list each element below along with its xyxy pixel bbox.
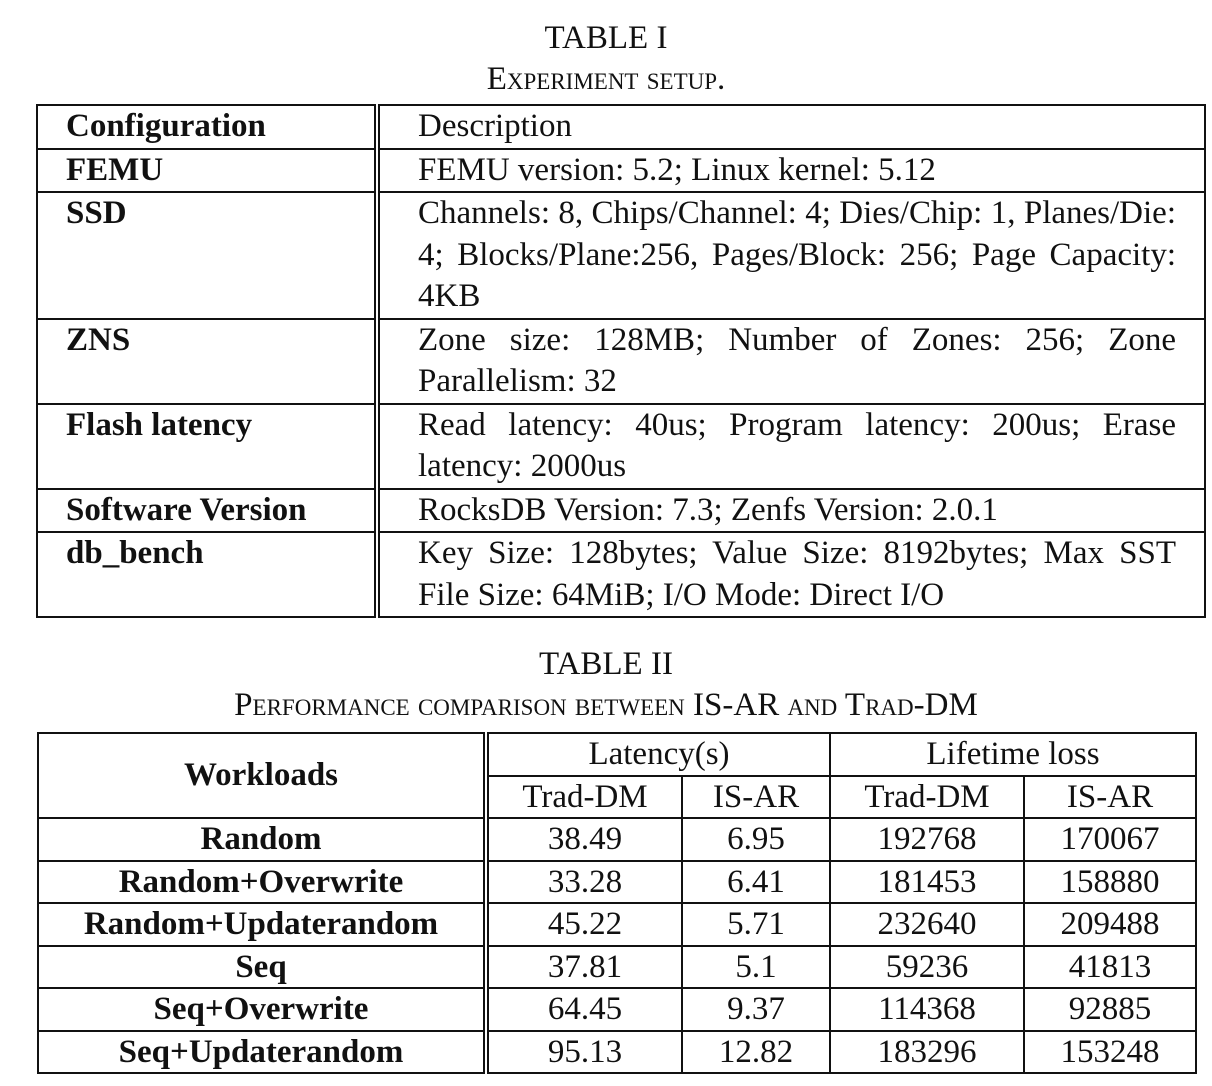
table-row: SSD Channels: 8, Chips/Channel: 4; Dies/… <box>36 191 1206 320</box>
lifetime-trad-dm-cell: 232640 <box>829 902 1025 947</box>
table-row: Seq 37.81 5.1 59236 41813 <box>37 944 1197 989</box>
latency-is-ar-cell: 9.37 <box>681 987 831 1032</box>
config-cell: Software Version <box>36 487 380 533</box>
table-row: Random+Updaterandom 45.22 5.71 232640 20… <box>37 902 1197 947</box>
latency-trad-dm-cell: 33.28 <box>485 859 683 904</box>
lifetime-is-ar-cell: 170067 <box>1023 817 1197 862</box>
table-row: Random+Overwrite 33.28 6.41 181453 15888… <box>37 859 1197 904</box>
table-row: db_bench Key Size: 128bytes; Value Size:… <box>36 531 1206 618</box>
latency-is-ar-cell: 6.41 <box>681 859 831 904</box>
workload-cell: Seq+Updaterandom <box>37 1029 489 1074</box>
config-cell: SSD <box>36 191 380 320</box>
description-cell: Zone size: 128MB; Number of Zones: 256; … <box>376 317 1206 405</box>
latency-trad-dm-cell: 64.45 <box>485 987 683 1032</box>
lifetime-is-ar-cell: 209488 <box>1023 902 1197 947</box>
table-row: Seq+Updaterandom 95.13 12.82 183296 1532… <box>37 1029 1197 1074</box>
latency-is-ar-cell: 5.1 <box>681 944 831 989</box>
lifetime-is-ar-cell: 158880 <box>1023 859 1197 904</box>
config-cell: db_bench <box>36 531 380 618</box>
table-header-row: Workloads Latency(s) Lifetime loss <box>37 732 1197 819</box>
column-header-latency-trad-dm: Trad-DM <box>485 774 683 819</box>
column-header-description: Description <box>376 104 1206 150</box>
workload-cell: Seq <box>37 944 489 989</box>
workload-cell: Random+Updaterandom <box>37 902 489 947</box>
experiment-setup-table: Configuration Description FEMU FEMU vers… <box>36 104 1206 618</box>
column-header-configuration: Configuration <box>36 104 380 150</box>
lifetime-is-ar-cell: 153248 <box>1023 1029 1197 1074</box>
workload-cell: Random <box>37 817 489 862</box>
table-row: Flash latency Read latency: 40us; Progra… <box>36 402 1206 490</box>
lifetime-is-ar-cell: 41813 <box>1023 944 1197 989</box>
lifetime-trad-dm-cell: 183296 <box>829 1029 1025 1074</box>
column-header-lifetime-trad-dm: Trad-DM <box>829 774 1025 819</box>
table-row: ZNS Zone size: 128MB; Number of Zones: 2… <box>36 317 1206 405</box>
config-cell: FEMU <box>36 147 380 193</box>
table-row: Random 38.49 6.95 192768 170067 <box>37 817 1197 862</box>
latency-is-ar-cell: 6.95 <box>681 817 831 862</box>
table-row: Software Version RocksDB Version: 7.3; Z… <box>36 487 1206 533</box>
latency-trad-dm-cell: 95.13 <box>485 1029 683 1074</box>
lifetime-trad-dm-cell: 59236 <box>829 944 1025 989</box>
lifetime-trad-dm-cell: 181453 <box>829 859 1025 904</box>
latency-trad-dm-cell: 38.49 <box>485 817 683 862</box>
column-group-lifetime-loss: Lifetime loss <box>829 732 1197 777</box>
latency-trad-dm-cell: 45.22 <box>485 902 683 947</box>
table1-title: Experiment setup. <box>486 61 726 97</box>
column-header-workloads: Workloads <box>37 732 489 819</box>
config-cell: Flash latency <box>36 402 380 490</box>
column-header-lifetime-is-ar: IS-AR <box>1023 774 1197 819</box>
latency-trad-dm-cell: 37.81 <box>485 944 683 989</box>
lifetime-trad-dm-cell: 192768 <box>829 817 1025 862</box>
column-header-latency-is-ar: IS-AR <box>681 774 831 819</box>
performance-comparison-table: Workloads Latency(s) Lifetime loss Trad-… <box>37 732 1197 1074</box>
table1-number: TABLE I <box>544 20 668 56</box>
description-cell: Key Size: 128bytes; Value Size: 8192byte… <box>376 531 1206 618</box>
description-cell: FEMU version: 5.2; Linux kernel: 5.12 <box>376 147 1206 193</box>
config-cell: ZNS <box>36 317 380 405</box>
lifetime-trad-dm-cell: 114368 <box>829 987 1025 1032</box>
table-row: Seq+Overwrite 64.45 9.37 114368 92885 <box>37 987 1197 1032</box>
latency-is-ar-cell: 12.82 <box>681 1029 831 1074</box>
table2-number: TABLE II <box>539 646 673 682</box>
latency-is-ar-cell: 5.71 <box>681 902 831 947</box>
workload-cell: Random+Overwrite <box>37 859 489 904</box>
description-cell: RocksDB Version: 7.3; Zenfs Version: 2.0… <box>376 487 1206 533</box>
table-row: FEMU FEMU version: 5.2; Linux kernel: 5.… <box>36 147 1206 193</box>
column-group-latency: Latency(s) <box>485 732 831 777</box>
table2-title: Performance comparison between IS-AR and… <box>234 687 978 723</box>
workload-cell: Seq+Overwrite <box>37 987 489 1032</box>
description-cell: Channels: 8, Chips/Channel: 4; Dies/Chip… <box>376 191 1206 320</box>
table-header-row: Configuration Description <box>36 104 1206 150</box>
description-cell: Read latency: 40us; Program latency: 200… <box>376 402 1206 490</box>
lifetime-is-ar-cell: 92885 <box>1023 987 1197 1032</box>
